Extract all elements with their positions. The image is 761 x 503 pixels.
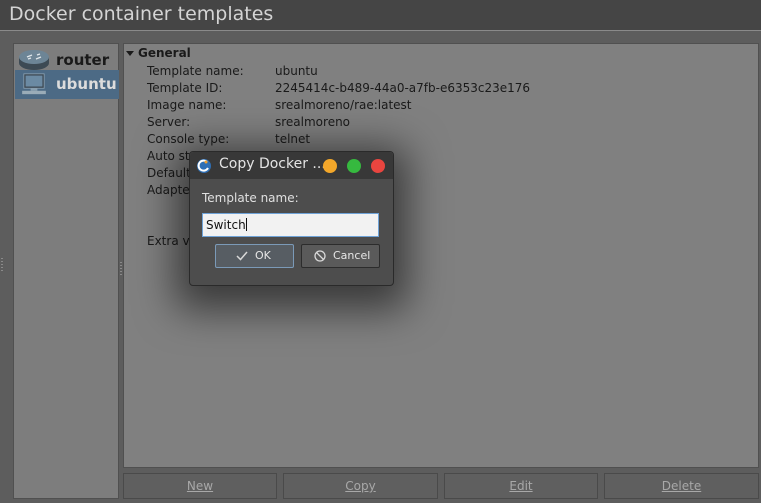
property-row: Console type: telnet: [147, 132, 747, 149]
ok-label: OK: [255, 249, 271, 262]
maximize-icon[interactable]: [347, 159, 361, 173]
property-row: Server: srealmoreno: [147, 115, 747, 132]
copy-button[interactable]: Copy: [283, 473, 438, 499]
edit-button[interactable]: Edit: [444, 473, 598, 499]
property-value: telnet: [275, 132, 311, 146]
template-name-input[interactable]: Switch: [202, 213, 379, 237]
property-key: Auto st: [147, 149, 190, 163]
property-key: Image name:: [147, 98, 227, 112]
property-key: Adapter: [147, 183, 195, 197]
template-name-value: Switch: [206, 218, 246, 232]
window-title: Docker container templates: [9, 3, 274, 25]
cancel-label: Cancel: [333, 249, 371, 262]
template-item-ubuntu[interactable]: ubuntu: [15, 70, 119, 99]
property-row: Image name: srealmoreno/rae:latest: [147, 98, 747, 115]
template-list[interactable]: router ubuntu: [13, 43, 119, 499]
cancel-icon: [314, 250, 326, 262]
property-value: srealmoreno/rae:latest: [275, 98, 412, 112]
property-value: srealmoreno: [275, 115, 351, 129]
template-item-label: ubuntu: [56, 75, 117, 93]
text-caret: [245, 218, 247, 231]
property-key: Template ID:: [147, 81, 223, 95]
property-value: ubuntu: [275, 64, 318, 78]
new-button[interactable]: New: [123, 473, 277, 499]
ok-button[interactable]: OK: [215, 244, 294, 268]
checkmark-icon: [236, 251, 248, 261]
dialog-title: Copy Docker ...: [219, 156, 326, 172]
template-name-label: Template name:: [202, 191, 299, 205]
expand-arrow-icon[interactable]: [126, 51, 134, 56]
window-title-bar: Docker container templates: [0, 0, 761, 31]
router-icon: [19, 50, 49, 70]
template-item-label: router: [56, 51, 110, 69]
close-icon[interactable]: [371, 159, 385, 173]
section-label: General: [138, 46, 191, 60]
copy-template-dialog: Copy Docker ... Template name: Switch OK…: [189, 151, 394, 286]
minimize-icon[interactable]: [323, 159, 337, 173]
dialog-title-bar[interactable]: Copy Docker ...: [190, 152, 393, 179]
property-key: Server:: [147, 115, 191, 129]
property-row: Template ID: 2245414c-b489-44a0-a7fb-e63…: [147, 81, 747, 98]
cancel-button[interactable]: Cancel: [301, 244, 380, 268]
delete-button[interactable]: Delete: [604, 473, 759, 499]
computer-icon: [22, 73, 46, 95]
app-logo-icon: [197, 159, 211, 173]
property-key: Console type:: [147, 132, 230, 146]
property-key: Template name:: [147, 64, 244, 78]
left-splitter-handle[interactable]: [1, 258, 3, 272]
property-key: Default: [147, 166, 191, 180]
property-row: Template name: ubuntu: [147, 64, 747, 81]
panel-splitter-handle[interactable]: [120, 262, 122, 276]
property-value: 2245414c-b489-44a0-a7fb-e6353c23e176: [275, 81, 531, 95]
